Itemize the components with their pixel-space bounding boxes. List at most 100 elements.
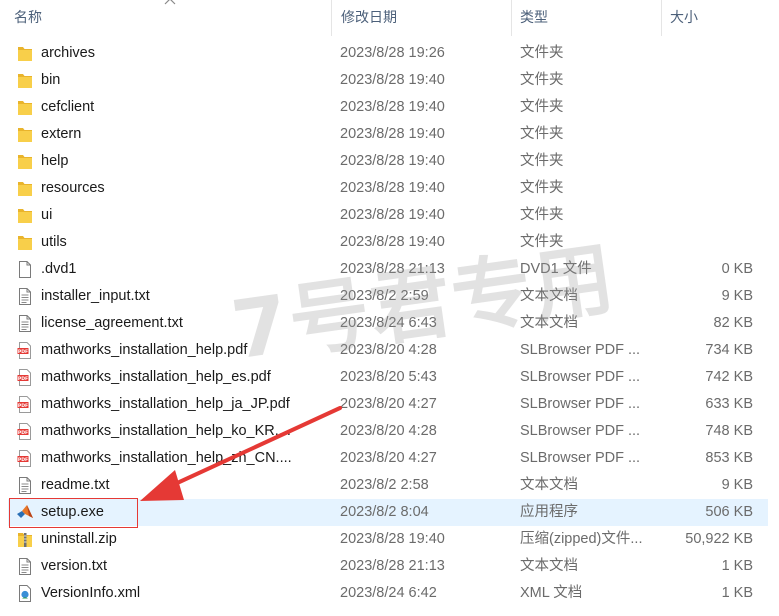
file-type: 文本文档 — [520, 558, 578, 574]
file-row[interactable]: archives 2023/8/28 19:26 文件夹 — [0, 40, 779, 67]
file-size: 506 KB — [705, 504, 753, 520]
file-modified: 2023/8/2 8:04 — [340, 504, 429, 520]
file-name: extern — [41, 126, 82, 142]
file-size: 853 KB — [705, 450, 753, 466]
file-size: 0 KB — [721, 261, 753, 277]
file-type: 文件夹 — [520, 72, 564, 88]
file-modified: 2023/8/20 4:28 — [340, 342, 437, 358]
file-row[interactable]: help 2023/8/28 19:40 文件夹 — [0, 148, 779, 175]
column-header-size[interactable]: 大小 — [670, 0, 698, 36]
file-row[interactable]: bin 2023/8/28 19:40 文件夹 — [0, 67, 779, 94]
file-type: 文件夹 — [520, 207, 564, 223]
file-row[interactable]: cefclient 2023/8/28 19:40 文件夹 — [0, 94, 779, 121]
file-row[interactable]: PDF mathworks_installation_help_es.pdf 202… — [0, 364, 779, 391]
file-row[interactable]: readme.txt 2023/8/2 2:58 文本文档 9 KB — [0, 472, 779, 499]
text-file-icon — [16, 314, 34, 333]
file-size — [660, 121, 753, 148]
file-row[interactable]: PDF mathworks_installation_help_ko_KR....… — [0, 418, 779, 445]
file-row[interactable]: installer_input.txt 2023/8/2 2:59 文本文档 9 KB — [0, 283, 779, 310]
file-modified: 2023/8/28 19:40 — [340, 126, 445, 142]
file-size: 1 KB — [721, 558, 753, 574]
pdf-file-icon: PDF — [16, 341, 34, 360]
annotation-highlight-box — [9, 498, 138, 528]
file-type: XML 文档 — [520, 585, 583, 601]
column-divider[interactable] — [511, 0, 512, 36]
svg-text:PDF: PDF — [18, 430, 28, 436]
pdf-file-icon: PDF — [16, 449, 34, 468]
file-row[interactable]: uninstall.zip 2023/8/28 19:40 压缩(zipped)文件… — [0, 526, 779, 553]
file-name: bin — [41, 72, 61, 88]
file-name: uninstall.zip — [41, 531, 117, 547]
file-size: 1 KB — [721, 585, 753, 601]
text-file-icon — [16, 287, 34, 306]
xml-file-icon — [16, 584, 34, 603]
text-file-icon — [16, 557, 34, 576]
file-type: SLBrowser PDF ... — [520, 369, 641, 385]
file-modified: 2023/8/24 6:42 — [340, 585, 437, 601]
column-divider[interactable] — [331, 0, 332, 36]
svg-text:PDF: PDF — [18, 457, 28, 463]
file-type: 文本文档 — [520, 315, 578, 331]
file-size — [660, 148, 753, 175]
file-type: 文本文档 — [520, 477, 578, 493]
file-type: DVD1 文件 — [520, 261, 592, 277]
file-size: 9 KB — [721, 477, 753, 493]
file-size: 9 KB — [721, 288, 753, 304]
file-modified: 2023/8/24 6:43 — [340, 315, 437, 331]
blank-file-icon — [16, 260, 34, 279]
file-row[interactable]: version.txt 2023/8/28 21:13 文本文档 1 KB — [0, 553, 779, 580]
file-size — [660, 229, 753, 256]
file-modified: 2023/8/28 19:40 — [340, 72, 445, 88]
file-modified: 2023/8/28 19:40 — [340, 207, 445, 223]
pdf-file-icon: PDF — [16, 422, 34, 441]
file-type: SLBrowser PDF ... — [520, 396, 641, 412]
file-size: 82 KB — [713, 315, 754, 331]
file-name: utils — [41, 234, 67, 250]
folder-icon — [16, 125, 34, 144]
file-name: VersionInfo.xml — [41, 585, 141, 601]
file-name: mathworks_installation_help_ko_KR.... — [41, 423, 291, 439]
file-modified: 2023/8/28 19:40 — [340, 99, 445, 115]
folder-icon — [16, 152, 34, 171]
file-row[interactable]: PDF mathworks_installation_help_zh_CN....… — [0, 445, 779, 472]
file-modified: 2023/8/20 4:28 — [340, 423, 437, 439]
file-modified: 2023/8/28 21:13 — [340, 558, 445, 574]
file-size: 633 KB — [705, 396, 753, 412]
file-type: 文件夹 — [520, 234, 564, 250]
file-name: readme.txt — [41, 477, 110, 493]
file-row[interactable]: license_agreement.txt 2023/8/24 6:43 文本文档 8… — [0, 310, 779, 337]
file-row[interactable]: .dvd1 2023/8/28 21:13 DVD1 文件 0 KB — [0, 256, 779, 283]
file-row[interactable]: ui 2023/8/28 19:40 文件夹 — [0, 202, 779, 229]
column-header-name[interactable]: 名称 — [14, 0, 42, 36]
file-name: resources — [41, 180, 105, 196]
file-type: 文件夹 — [520, 153, 564, 169]
file-type: 文本文档 — [520, 288, 578, 304]
column-header-type[interactable]: 类型 — [520, 0, 548, 36]
file-name: help — [41, 153, 69, 169]
file-type: 文件夹 — [520, 99, 564, 115]
file-name: mathworks_installation_help.pdf — [41, 342, 248, 358]
file-row[interactable]: VersionInfo.xml 2023/8/24 6:42 XML 文档 1 KB — [0, 580, 779, 607]
file-size — [660, 94, 753, 121]
file-name: cefclient — [41, 99, 95, 115]
file-row[interactable]: PDF mathworks_installation_help_ja_JP.pdf… — [0, 391, 779, 418]
file-type: SLBrowser PDF ... — [520, 423, 641, 439]
file-type: SLBrowser PDF ... — [520, 342, 641, 358]
file-name: mathworks_installation_help_ja_JP.pdf — [41, 396, 290, 412]
file-row[interactable]: extern 2023/8/28 19:40 文件夹 — [0, 121, 779, 148]
sort-ascending-icon — [164, 0, 176, 5]
column-header-modified[interactable]: 修改日期 — [341, 0, 397, 36]
file-size — [660, 67, 753, 94]
file-row[interactable]: PDF mathworks_installation_help.pdf 2023/8… — [0, 337, 779, 364]
column-header: 名称 修改日期 类型 大小 — [0, 0, 779, 36]
file-size: 748 KB — [705, 423, 753, 439]
file-row[interactable]: utils 2023/8/28 19:40 文件夹 — [0, 229, 779, 256]
column-divider[interactable] — [661, 0, 662, 36]
text-file-icon — [16, 476, 34, 495]
file-name: license_agreement.txt — [41, 315, 183, 331]
file-row[interactable]: resources 2023/8/28 19:40 文件夹 — [0, 175, 779, 202]
file-type: 文件夹 — [520, 180, 564, 196]
file-modified: 2023/8/28 19:40 — [340, 153, 445, 169]
file-name: version.txt — [41, 558, 108, 574]
folder-icon — [16, 44, 34, 63]
